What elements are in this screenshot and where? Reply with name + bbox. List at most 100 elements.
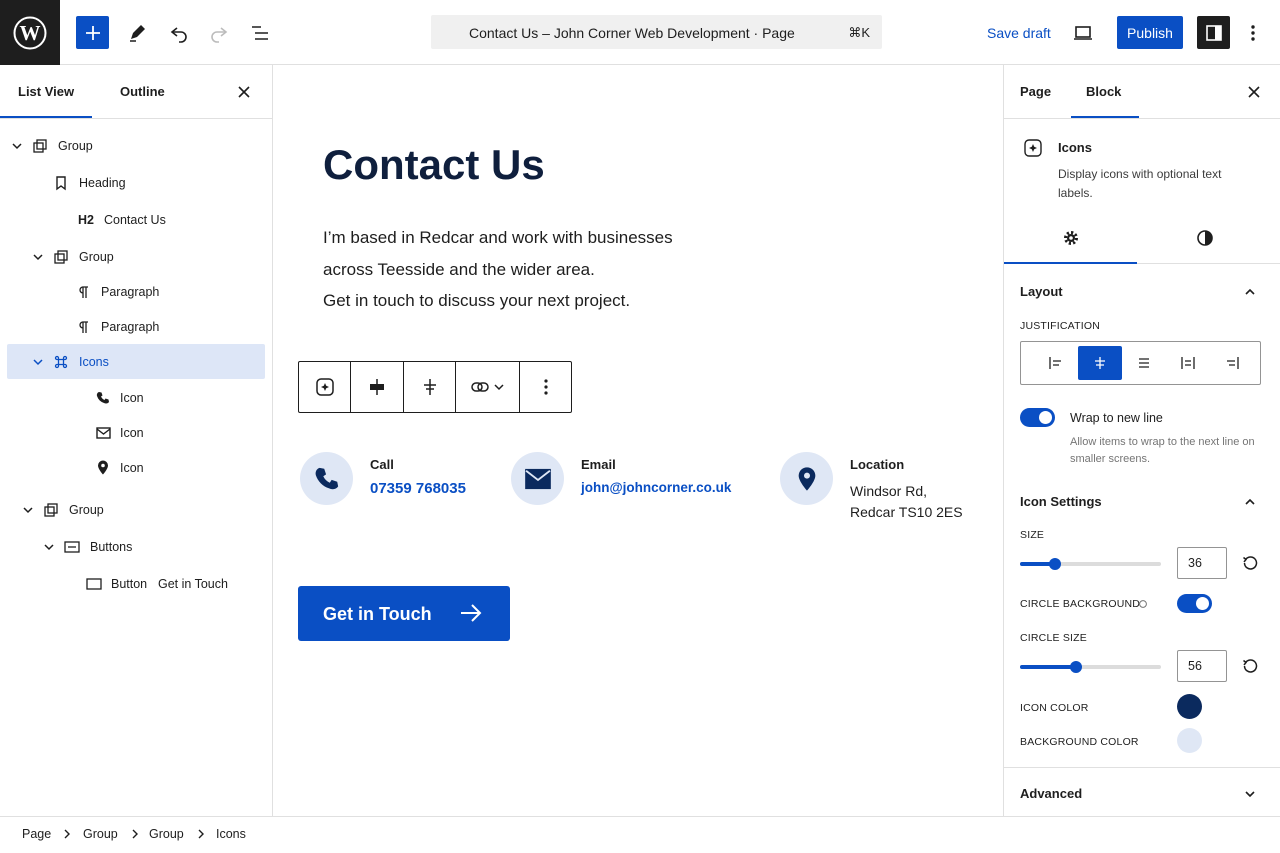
page-title[interactable]: Contact Us <box>323 141 545 189</box>
list-item-icons[interactable]: Icons <box>7 344 265 379</box>
slider-thumb[interactable] <box>1070 661 1083 673</box>
justify-button[interactable] <box>404 362 456 412</box>
list-item-icon-phone[interactable]: Icon <box>7 380 265 415</box>
layout-panel-title[interactable]: Layout <box>1020 284 1063 299</box>
reset-icon[interactable] <box>1242 658 1258 674</box>
wrap-toggle[interactable] <box>1020 408 1055 427</box>
block-type-button[interactable] <box>299 362 351 412</box>
breadcrumb-group[interactable]: Group <box>83 827 118 841</box>
redo-button[interactable] <box>202 16 235 49</box>
list-item-heading-text[interactable]: H2 Contact Us <box>7 202 265 237</box>
list-item-paragraph[interactable]: Paragraph <box>7 309 265 344</box>
list-item-group[interactable]: Group <box>7 239 265 274</box>
chevron-up-icon[interactable] <box>1244 496 1256 508</box>
save-draft-button[interactable]: Save draft <box>987 25 1051 41</box>
phone-icon <box>95 390 111 406</box>
chevron-up-icon[interactable] <box>1244 286 1256 298</box>
tools-button[interactable] <box>120 16 153 49</box>
list-item-icon-email[interactable]: Icon <box>7 415 265 450</box>
contact-label: Email <box>581 457 616 472</box>
breadcrumb-group[interactable]: Group <box>149 827 184 841</box>
list-item-label: Icons <box>79 354 109 369</box>
envelope-icon <box>95 425 111 441</box>
block-options-button[interactable] <box>520 362 571 412</box>
list-item-icon-location[interactable]: Icon <box>7 450 265 485</box>
wordpress-logo-button[interactable]: W <box>0 0 60 65</box>
contact-email-link[interactable]: john@johncorner.co.uk <box>581 480 731 495</box>
block-name: Icons <box>1058 140 1092 155</box>
get-in-touch-button[interactable]: Get in Touch <box>298 586 510 641</box>
list-item-label: Icon <box>120 390 144 405</box>
list-item-paragraph[interactable]: Paragraph <box>7 274 265 309</box>
circle-background-toggle[interactable] <box>1177 594 1212 613</box>
document-overview-button[interactable] <box>243 16 276 49</box>
circle-size-input[interactable]: 56 <box>1177 650 1227 682</box>
circle-size-label: CIRCLE SIZE <box>1020 632 1087 644</box>
icon-settings-title[interactable]: Icon Settings <box>1020 494 1102 509</box>
sidebar-icon <box>1205 24 1222 41</box>
close-list-view-button[interactable] <box>234 82 254 102</box>
justify-center-icon <box>423 379 436 395</box>
tab-outline[interactable]: Outline <box>120 84 165 99</box>
contact-phone-link[interactable]: 07359 768035 <box>370 480 466 497</box>
document-command-bar[interactable]: Contact Us – John Corner Web Development… <box>431 15 882 49</box>
add-block-button[interactable] <box>76 16 109 49</box>
justification-control <box>1020 341 1261 385</box>
icon-circle <box>300 452 353 505</box>
block-settings-tabs <box>1004 212 1280 264</box>
list-item-group[interactable]: Group <box>7 492 265 527</box>
preview-button[interactable] <box>1066 16 1099 49</box>
list-view-panel: List View Outline Group Heading H2 Conta… <box>0 65 273 816</box>
list-item-buttons[interactable]: Buttons <box>7 529 265 564</box>
slider-thumb[interactable] <box>1049 558 1062 570</box>
reset-icon[interactable] <box>1242 555 1258 571</box>
tab-list-view[interactable]: List View <box>18 84 74 99</box>
list-item-button[interactable]: Button Get in Touch <box>7 566 265 601</box>
align-center-icon <box>370 379 384 395</box>
active-tab-indicator <box>1071 116 1139 118</box>
size-slider[interactable] <box>1020 558 1161 570</box>
block-description: Display icons with optional text labels. <box>1058 167 1222 200</box>
tab-block[interactable]: Block <box>1086 84 1121 99</box>
tab-page[interactable]: Page <box>1020 84 1051 99</box>
help-icon[interactable] <box>1139 600 1147 608</box>
list-item-group[interactable]: Group <box>7 128 265 163</box>
options-menu-button[interactable] <box>1236 16 1269 49</box>
background-color-swatch[interactable] <box>1177 728 1202 753</box>
intro-paragraph[interactable]: I’m based in Redcar and work with busine… <box>323 222 743 317</box>
link-button[interactable] <box>456 362 520 412</box>
list-item-heading[interactable]: Heading <box>7 165 265 200</box>
justify-space-between-button[interactable] <box>1166 346 1210 380</box>
chevron-down-icon[interactable] <box>1244 788 1256 800</box>
tab-settings[interactable] <box>1004 212 1137 264</box>
desktop-icon <box>1073 25 1092 40</box>
chevron-down-icon[interactable] <box>11 140 23 152</box>
list-item-label: Button <box>111 576 148 591</box>
chevron-down-icon[interactable] <box>32 356 44 368</box>
size-input[interactable]: 36 <box>1177 547 1227 579</box>
advanced-title: Advanced <box>1020 786 1083 801</box>
icon-color-swatch[interactable] <box>1177 694 1202 719</box>
justify-right-edge-button[interactable] <box>1210 346 1254 380</box>
list-item-extra: Get in Touch <box>158 576 228 591</box>
close-sidebar-button[interactable] <box>1244 82 1264 102</box>
publish-button[interactable]: Publish <box>1117 16 1183 49</box>
breadcrumb-icons[interactable]: Icons <box>216 827 246 841</box>
slider-fill <box>1020 665 1077 669</box>
block-align-button[interactable] <box>351 362 404 412</box>
breadcrumb-page[interactable]: Page <box>22 827 51 841</box>
gear-icon <box>1063 231 1078 245</box>
chevron-down-icon[interactable] <box>43 541 55 553</box>
advanced-panel[interactable]: Advanced <box>1004 767 1280 816</box>
justify-center-button[interactable] <box>1078 346 1122 380</box>
chevron-down-icon[interactable] <box>32 251 44 263</box>
wrap-label: Wrap to new line <box>1070 411 1163 425</box>
circle-size-slider[interactable] <box>1020 661 1161 673</box>
contact-label: Location <box>850 457 905 472</box>
chevron-down-icon[interactable] <box>22 504 34 516</box>
undo-button[interactable] <box>162 16 195 49</box>
justify-left-button[interactable] <box>1034 346 1078 380</box>
settings-sidebar-toggle[interactable] <box>1197 16 1230 49</box>
justify-right-button[interactable] <box>1122 346 1166 380</box>
tab-styles[interactable] <box>1138 212 1271 264</box>
